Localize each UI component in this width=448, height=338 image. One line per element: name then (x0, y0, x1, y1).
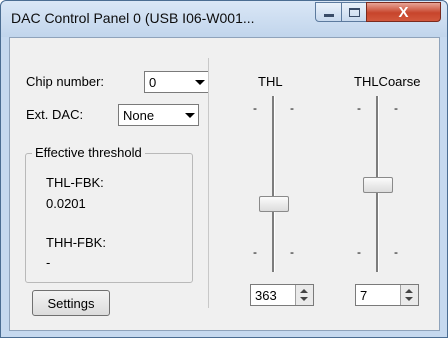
thlcoarse-value: 7 (360, 288, 368, 303)
client-area: Chip number: 0 Ext. DAC: None Effective … (9, 37, 440, 331)
effective-threshold-legend: Effective threshold (32, 145, 145, 160)
thl-label: THL (258, 74, 283, 89)
thl-fbk-label: THL-FBK: (46, 175, 104, 190)
ext-dac-label: Ext. DAC: (26, 107, 84, 122)
thlcoarse-tick-top-right: - (394, 101, 398, 115)
thlcoarse-value-spinner[interactable]: 7 (355, 284, 419, 306)
thh-fbk-label: THH-FBK: (46, 235, 106, 250)
chip-number-value: 0 (149, 75, 157, 90)
thl-slider-track[interactable] (272, 96, 275, 272)
maximize-button[interactable] (341, 2, 367, 22)
thlcoarse-tick-bottom-right: - (394, 245, 398, 259)
title-bar[interactable]: DAC Control Panel 0 (USB I06-W001... X (1, 1, 447, 37)
dac-control-window: DAC Control Panel 0 (USB I06-W001... X C… (0, 0, 448, 338)
settings-button-label: Settings (47, 295, 95, 311)
close-button[interactable]: X (366, 2, 441, 22)
thh-fbk-value: - (46, 255, 51, 270)
maximize-icon (348, 7, 360, 17)
chevron-down-icon[interactable] (181, 105, 198, 125)
thl-tick-bottom-left: - (253, 245, 257, 259)
minimize-icon (323, 13, 334, 17)
close-icon: X (398, 3, 409, 21)
chip-number-select[interactable]: 0 (144, 71, 209, 93)
thl-value: 363 (255, 288, 277, 303)
thl-tick-bottom-right: - (290, 245, 294, 259)
chip-number-label: Chip number: (26, 74, 105, 89)
window-title: DAC Control Panel 0 (USB I06-W001... (11, 10, 255, 26)
ext-dac-select[interactable]: None (118, 104, 199, 126)
spinner-arrows-icon[interactable] (400, 285, 418, 305)
thl-slider-thumb[interactable] (259, 196, 289, 212)
minimize-button[interactable] (315, 2, 342, 22)
thl-fbk-value: 0.0201 (46, 196, 86, 211)
thl-value-spinner[interactable]: 363 (250, 284, 314, 306)
separator (208, 58, 209, 308)
thlcoarse-slider-thumb[interactable] (363, 177, 393, 193)
spinner-arrows-icon[interactable] (295, 285, 313, 305)
thlcoarse-tick-top-left: - (357, 101, 361, 115)
settings-button[interactable]: Settings (32, 290, 110, 316)
thl-tick-top-left: - (253, 101, 257, 115)
thlcoarse-label: THLCoarse (354, 74, 421, 89)
ext-dac-value: None (123, 108, 155, 123)
thl-tick-top-right: - (290, 101, 294, 115)
thlcoarse-tick-bottom-left: - (357, 245, 361, 259)
chevron-down-icon[interactable] (191, 72, 208, 92)
